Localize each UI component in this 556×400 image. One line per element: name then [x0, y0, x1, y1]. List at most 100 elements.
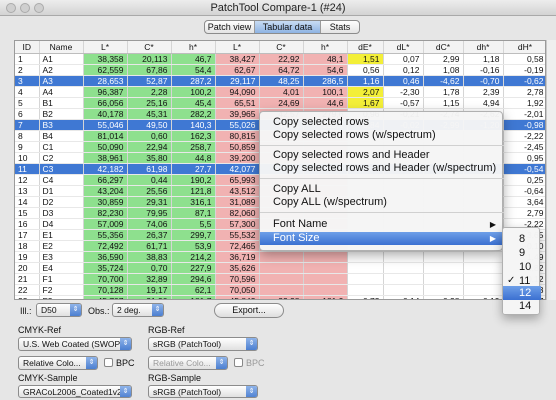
rgb-ref-bpc-checkbox[interactable] [234, 358, 243, 367]
table-cell: 258,7 [171, 141, 216, 153]
table-cell: 74,06 [127, 218, 172, 230]
table-cell: -2,30 [383, 86, 424, 98]
table-row[interactable]: 1 A1 38,358 20,113 46,7 38,427 22,92 48,1 1,51 0,… [15, 53, 545, 65]
column-header[interactable]: dL* [383, 41, 424, 54]
table-cell: E3 [39, 251, 84, 263]
observer-select[interactable]: 2 deg. ⇕ [112, 303, 164, 317]
table-cell: 282,2 [171, 108, 216, 120]
table-cell: 3 [15, 75, 40, 87]
table-cell: 45,707 [83, 295, 128, 299]
table-cell: 16 [15, 218, 40, 230]
table-cell: B3 [39, 119, 84, 131]
column-header[interactable]: C* [127, 41, 172, 54]
table-cell: 1,51 [347, 53, 384, 65]
table-cell: 1,08 [423, 64, 464, 76]
tab-tabular-data[interactable]: Tabular data [255, 21, 321, 33]
table-scrollbar[interactable] [546, 40, 556, 300]
table-cell: 67,86 [127, 64, 172, 76]
export-button[interactable]: Export... [214, 303, 284, 318]
table-cell: 87,1 [171, 207, 216, 219]
column-header[interactable]: dC* [423, 41, 464, 54]
column-header[interactable]: C* [259, 41, 304, 54]
illuminant-select[interactable]: D50 ⇕ [36, 303, 82, 317]
menu-item-copy-all[interactable]: Copy ALL [260, 183, 504, 196]
table-cell: 82,230 [83, 207, 128, 219]
table-cell: 10 [15, 152, 40, 164]
rgb-sample-profile-select[interactable]: sRGB (PatchTool) ⇕ [148, 385, 258, 398]
table-cell [463, 262, 504, 274]
table-cell [259, 251, 304, 263]
tab-patch-view[interactable]: Patch view [205, 21, 255, 33]
menu-item-copy-selected-rows-spectrum[interactable]: Copy selected rows (w/spectrum) [260, 129, 504, 142]
column-header[interactable]: Name [39, 41, 84, 54]
rgb-ref-intent-select[interactable]: Relative Colo... ⇕ [148, 356, 228, 370]
table-row[interactable]: 20E435,7240,70227,935,6260,82 [15, 262, 545, 274]
table-cell: 49,50 [127, 119, 172, 131]
table-cell: 299,7 [171, 229, 216, 241]
column-header[interactable]: L* [215, 41, 260, 54]
table-row[interactable]: 3 A3 28,653 52,87 287,2 29,117 48,25 286,5 1,16 0… [15, 75, 545, 87]
table-row[interactable]: 2 A2 62,559 67,86 54,4 62,67 64,72 54,6 0,56 0,12… [15, 64, 545, 76]
column-header[interactable]: dh* [463, 41, 504, 54]
table-cell: 46,7 [171, 53, 216, 65]
table-cell: 15 [15, 207, 40, 219]
table-cell: 2,28 [127, 86, 172, 98]
font-size-option-14[interactable]: 14 [503, 299, 541, 313]
font-size-option-9[interactable]: 9 [503, 246, 541, 260]
font-size-option-8[interactable]: 8 [503, 232, 541, 246]
cmyk-sample-profile-select[interactable]: GRACoL2006_Coated1v2 ⇕ [18, 385, 132, 398]
table-row[interactable]: 23F345,70721,90181,745,84322,28181,90,73… [15, 295, 545, 299]
table-row[interactable]: 19E336,59038,83214,236,7191,49 [15, 251, 545, 263]
column-header[interactable]: L* [83, 41, 128, 54]
font-size-option-10[interactable]: 10 [503, 260, 541, 274]
table-cell: 70,700 [83, 273, 128, 285]
column-header[interactable]: dE* [347, 41, 384, 54]
menu-item-font-size[interactable]: Font Size ▶ [260, 232, 504, 245]
table-cell: 55,026 [215, 119, 260, 131]
column-header[interactable]: dH* [503, 41, 545, 54]
menu-item-copy-selected-rows[interactable]: Copy selected rows [260, 116, 504, 129]
table-cell: A1 [39, 53, 84, 65]
tab-stats[interactable]: Stats [321, 21, 359, 33]
illuminant-label: Ill.: [20, 306, 32, 316]
minimize-window-icon[interactable] [20, 3, 30, 13]
column-header[interactable]: h* [171, 41, 216, 54]
menu-item-font-name[interactable]: Font Name ▶ [260, 218, 504, 231]
table-cell [423, 284, 464, 296]
chevron-up-down-icon: ⇕ [216, 357, 227, 369]
rgb-ref-profile-select[interactable]: sRGB (PatchTool) ⇕ [148, 337, 258, 351]
table-cell: 2 [15, 64, 40, 76]
column-header[interactable]: h* [303, 41, 348, 54]
table-cell: F3 [39, 295, 84, 299]
table-cell: 22,92 [259, 53, 304, 65]
table-row[interactable]: 21F170,70032,89294,670,596-0,12 [15, 273, 545, 285]
cmyk-ref-profile-select[interactable]: U.S. Web Coated (SWOP) v2 ⇕ [18, 337, 132, 351]
table-cell: 66,056 [83, 97, 128, 109]
table-cell: 70,128 [83, 284, 128, 296]
table-cell: 61,71 [127, 240, 172, 252]
table-cell: D2 [39, 196, 84, 208]
zoom-window-icon[interactable] [34, 3, 44, 13]
table-cell: 4 [15, 86, 40, 98]
menu-item-copy-selected-rows-header[interactable]: Copy selected rows and Header [260, 149, 504, 162]
close-window-icon[interactable] [6, 3, 16, 13]
table-cell: -0,62 [503, 75, 545, 87]
menu-separator [260, 145, 504, 146]
chevron-up-down-icon: ⇕ [120, 338, 131, 350]
menu-item-copy-selected-rows-header-spectrum[interactable]: Copy selected rows and Header (w/spectru… [260, 162, 504, 175]
table-cell: -0,64 [503, 185, 545, 197]
menu-item-copy-all-spectrum[interactable]: Copy ALL (w/spectrum) [260, 196, 504, 209]
table-cell: 43,512 [215, 185, 260, 197]
table-row[interactable]: 22F270,12819,1762,170,0501,13 [15, 284, 545, 296]
column-header[interactable]: ID [15, 41, 40, 54]
table-cell: 19,17 [127, 284, 172, 296]
table-cell: 8 [15, 130, 40, 142]
title-bar: PatchTool Compare-1 (#24) [0, 0, 556, 16]
cmyk-ref-bpc-checkbox[interactable] [104, 358, 113, 367]
font-size-option-12[interactable]: 12 [503, 286, 541, 300]
table-row[interactable]: 4 A4 96,387 2,28 100,2 94,090 4,01 100,1 2,07 -2,… [15, 86, 545, 98]
cmyk-ref-intent-select[interactable]: Relative Colo... ⇕ [18, 356, 98, 370]
table-row[interactable]: 5 B1 66,056 25,16 45,4 65,51 24,69 44,6 1,67 -0,5… [15, 97, 545, 109]
table-cell: -0,57 [383, 97, 424, 109]
table-cell: 94,090 [215, 86, 260, 98]
